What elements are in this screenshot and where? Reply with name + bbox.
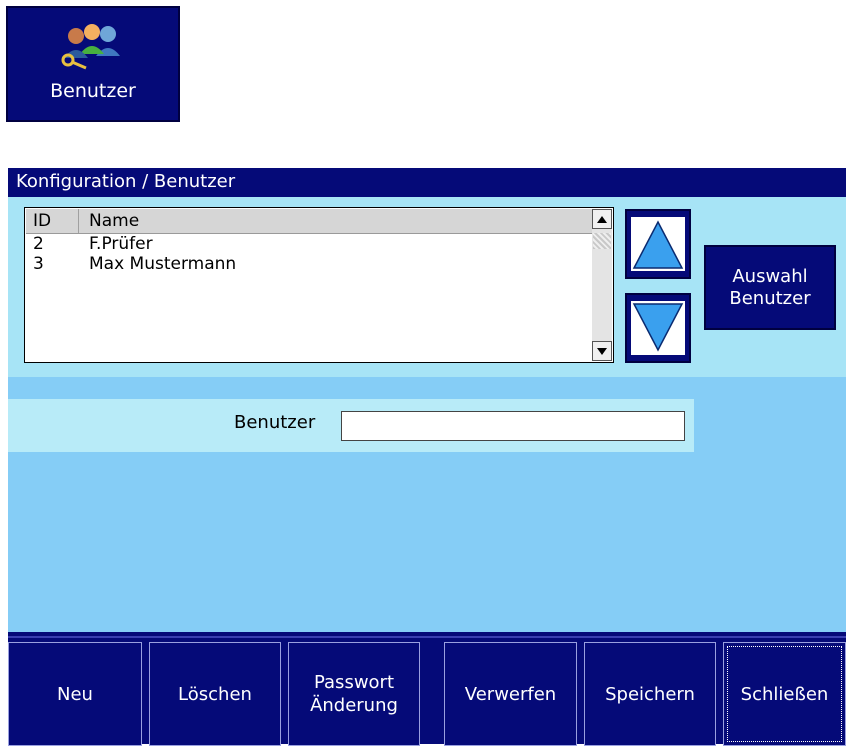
discard-button[interactable]: Verwerfen: [444, 642, 577, 746]
list-item-id: 2: [33, 234, 44, 254]
save-button[interactable]: Speichern: [584, 642, 716, 746]
user-field-panel: Benutzer: [8, 399, 694, 452]
toolbar-divider: [8, 636, 846, 638]
new-button[interactable]: Neu: [8, 642, 142, 746]
scroll-down-button[interactable]: [592, 341, 612, 361]
scroll-up-icon: [597, 215, 607, 223]
column-header-id[interactable]: ID: [33, 209, 51, 233]
list-item-id: 3: [33, 254, 44, 274]
column-separator: [78, 209, 79, 233]
select-user-label-line1: Auswahl: [732, 265, 808, 287]
select-user-label-line2: Benutzer: [729, 287, 811, 309]
user-field-label: Benutzer: [234, 412, 316, 433]
list-item[interactable]: 3 Max Mustermann: [26, 254, 592, 274]
select-user-button[interactable]: Auswahl Benutzer: [704, 245, 836, 330]
scroll-thumb[interactable]: [593, 233, 611, 249]
delete-button[interactable]: Löschen: [149, 642, 281, 746]
move-up-button[interactable]: [625, 209, 691, 279]
list-item-name: F.Prüfer: [89, 234, 153, 254]
scroll-up-button[interactable]: [592, 209, 612, 229]
bottom-toolbar: Neu Löschen Passwort Änderung Verwerfen …: [8, 632, 846, 746]
scroll-down-icon: [597, 347, 607, 355]
users-key-icon: [58, 22, 128, 70]
list-item[interactable]: 2 F.Prüfer: [26, 234, 592, 254]
list-item-name: Max Mustermann: [89, 254, 237, 274]
user-list[interactable]: ID Name 2 F.Prüfer 3 Max Mustermann: [24, 207, 614, 363]
users-app-tile[interactable]: Benutzer: [6, 6, 180, 122]
change-password-button[interactable]: Passwort Änderung: [288, 642, 420, 746]
close-button[interactable]: Schließen: [723, 642, 846, 746]
list-scrollbar[interactable]: [592, 209, 612, 361]
change-password-label-line1: Passwort: [313, 672, 395, 693]
user-field[interactable]: [341, 411, 685, 441]
up-arrow-icon: [631, 217, 685, 271]
move-down-button[interactable]: [625, 293, 691, 363]
list-header: ID Name: [26, 209, 592, 234]
app-tile-label: Benutzer: [50, 80, 136, 102]
change-password-label-line2: Änderung: [310, 695, 398, 716]
window-title: Konfiguration / Benutzer: [8, 168, 846, 197]
column-header-name[interactable]: Name: [89, 209, 139, 233]
down-arrow-icon: [631, 301, 685, 355]
